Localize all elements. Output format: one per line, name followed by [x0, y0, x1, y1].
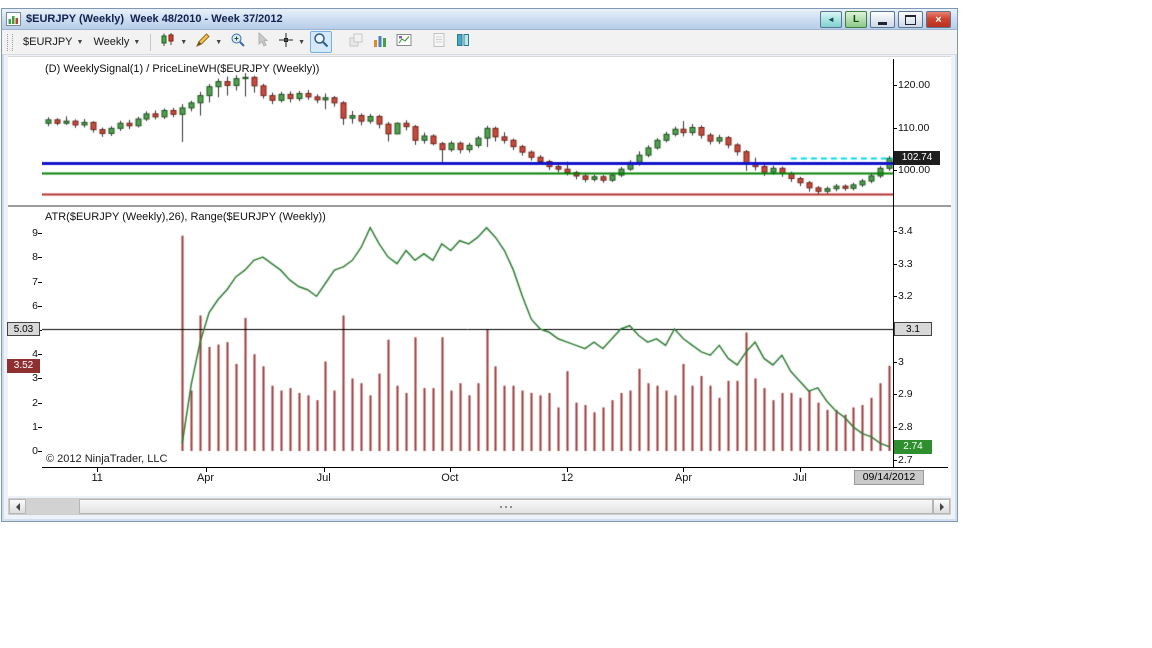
- chevron-down-icon: ▼: [76, 38, 84, 46]
- crosshair-icon: [278, 32, 294, 53]
- bars-icon: [372, 32, 388, 53]
- chevron-down-icon: ▼: [180, 38, 188, 46]
- data-grid-button[interactable]: [369, 31, 391, 53]
- layers-icon: [348, 32, 364, 53]
- arrow-left-icon: [15, 502, 20, 511]
- time-axis-line: [42, 467, 948, 468]
- panel-splitter[interactable]: [8, 205, 951, 207]
- grip-dot: [510, 505, 512, 508]
- back-button[interactable]: ◄: [820, 11, 842, 28]
- desktop: { "window": { "title": "$EURJPY (Weekly)…: [0, 0, 1152, 648]
- atr-panel-canvas[interactable]: [42, 208, 893, 467]
- link-button[interactable]: L: [845, 11, 867, 28]
- interval-label: Weekly: [93, 36, 130, 48]
- drawing-tools-button[interactable]: ▼: [192, 31, 225, 53]
- data-columns-button[interactable]: [452, 31, 474, 53]
- zoom-in-button[interactable]: [227, 31, 249, 53]
- scrollbar-thumb[interactable]: [79, 499, 933, 514]
- chart-style-button[interactable]: ▼: [157, 31, 190, 53]
- pointer-icon: [254, 31, 270, 53]
- magnifier-button[interactable]: [310, 31, 333, 53]
- window-title: $EURJPY (Weekly) Week 48/2010 - Week 37/…: [26, 13, 283, 25]
- pointer-button[interactable]: [251, 31, 273, 53]
- minimize-button[interactable]: [870, 11, 895, 28]
- price-axis-line: [893, 59, 894, 467]
- chart-trader-button[interactable]: [393, 31, 415, 53]
- notes-button[interactable]: [428, 31, 450, 53]
- scroll-left-button[interactable]: [9, 499, 26, 514]
- chart-image-icon: [396, 32, 412, 53]
- magnifier-icon: [313, 32, 329, 53]
- bring-to-front-button[interactable]: [345, 31, 367, 53]
- interval-dropdown[interactable]: Weekly ▼: [88, 34, 145, 50]
- toolbar-grip-handle[interactable]: [7, 33, 13, 51]
- zoom-in-icon: [230, 32, 246, 53]
- chevron-down-icon: ▼: [215, 38, 223, 46]
- instrument-dropdown[interactable]: $EURJPY ▼: [18, 34, 88, 50]
- chevron-down-icon: ▼: [298, 38, 306, 46]
- chart-window: $EURJPY (Weekly) Week 48/2010 - Week 37/…: [1, 8, 958, 522]
- chart-toolbar: $EURJPY ▼ Weekly ▼ ▼ ▼ ▼: [2, 30, 957, 55]
- instrument-label: $EURJPY: [23, 36, 73, 48]
- price-chart-canvas[interactable]: [42, 59, 893, 206]
- chevron-down-icon: ▼: [133, 38, 141, 46]
- arrow-right-icon: [939, 502, 944, 511]
- scrollbar-track[interactable]: [26, 499, 79, 514]
- crosshair-button[interactable]: ▼: [275, 31, 308, 53]
- maximize-button[interactable]: [898, 11, 923, 28]
- close-button[interactable]: ×: [926, 11, 951, 28]
- title-bar[interactable]: $EURJPY (Weekly) Week 48/2010 - Week 37/…: [2, 9, 957, 30]
- pencil-icon: [195, 32, 211, 53]
- notepad-icon: [431, 32, 447, 53]
- columns-icon: [455, 32, 471, 53]
- candles-icon: [160, 32, 176, 53]
- maximize-icon: [905, 14, 916, 25]
- toolbar-separator: [150, 33, 152, 51]
- grip-dot: [500, 505, 502, 508]
- scroll-right-button[interactable]: [933, 499, 950, 514]
- minimize-icon: [878, 21, 887, 25]
- window-chart-icon: [6, 12, 21, 26]
- horizontal-scrollbar[interactable]: [8, 498, 951, 515]
- grip-dot: [505, 505, 507, 508]
